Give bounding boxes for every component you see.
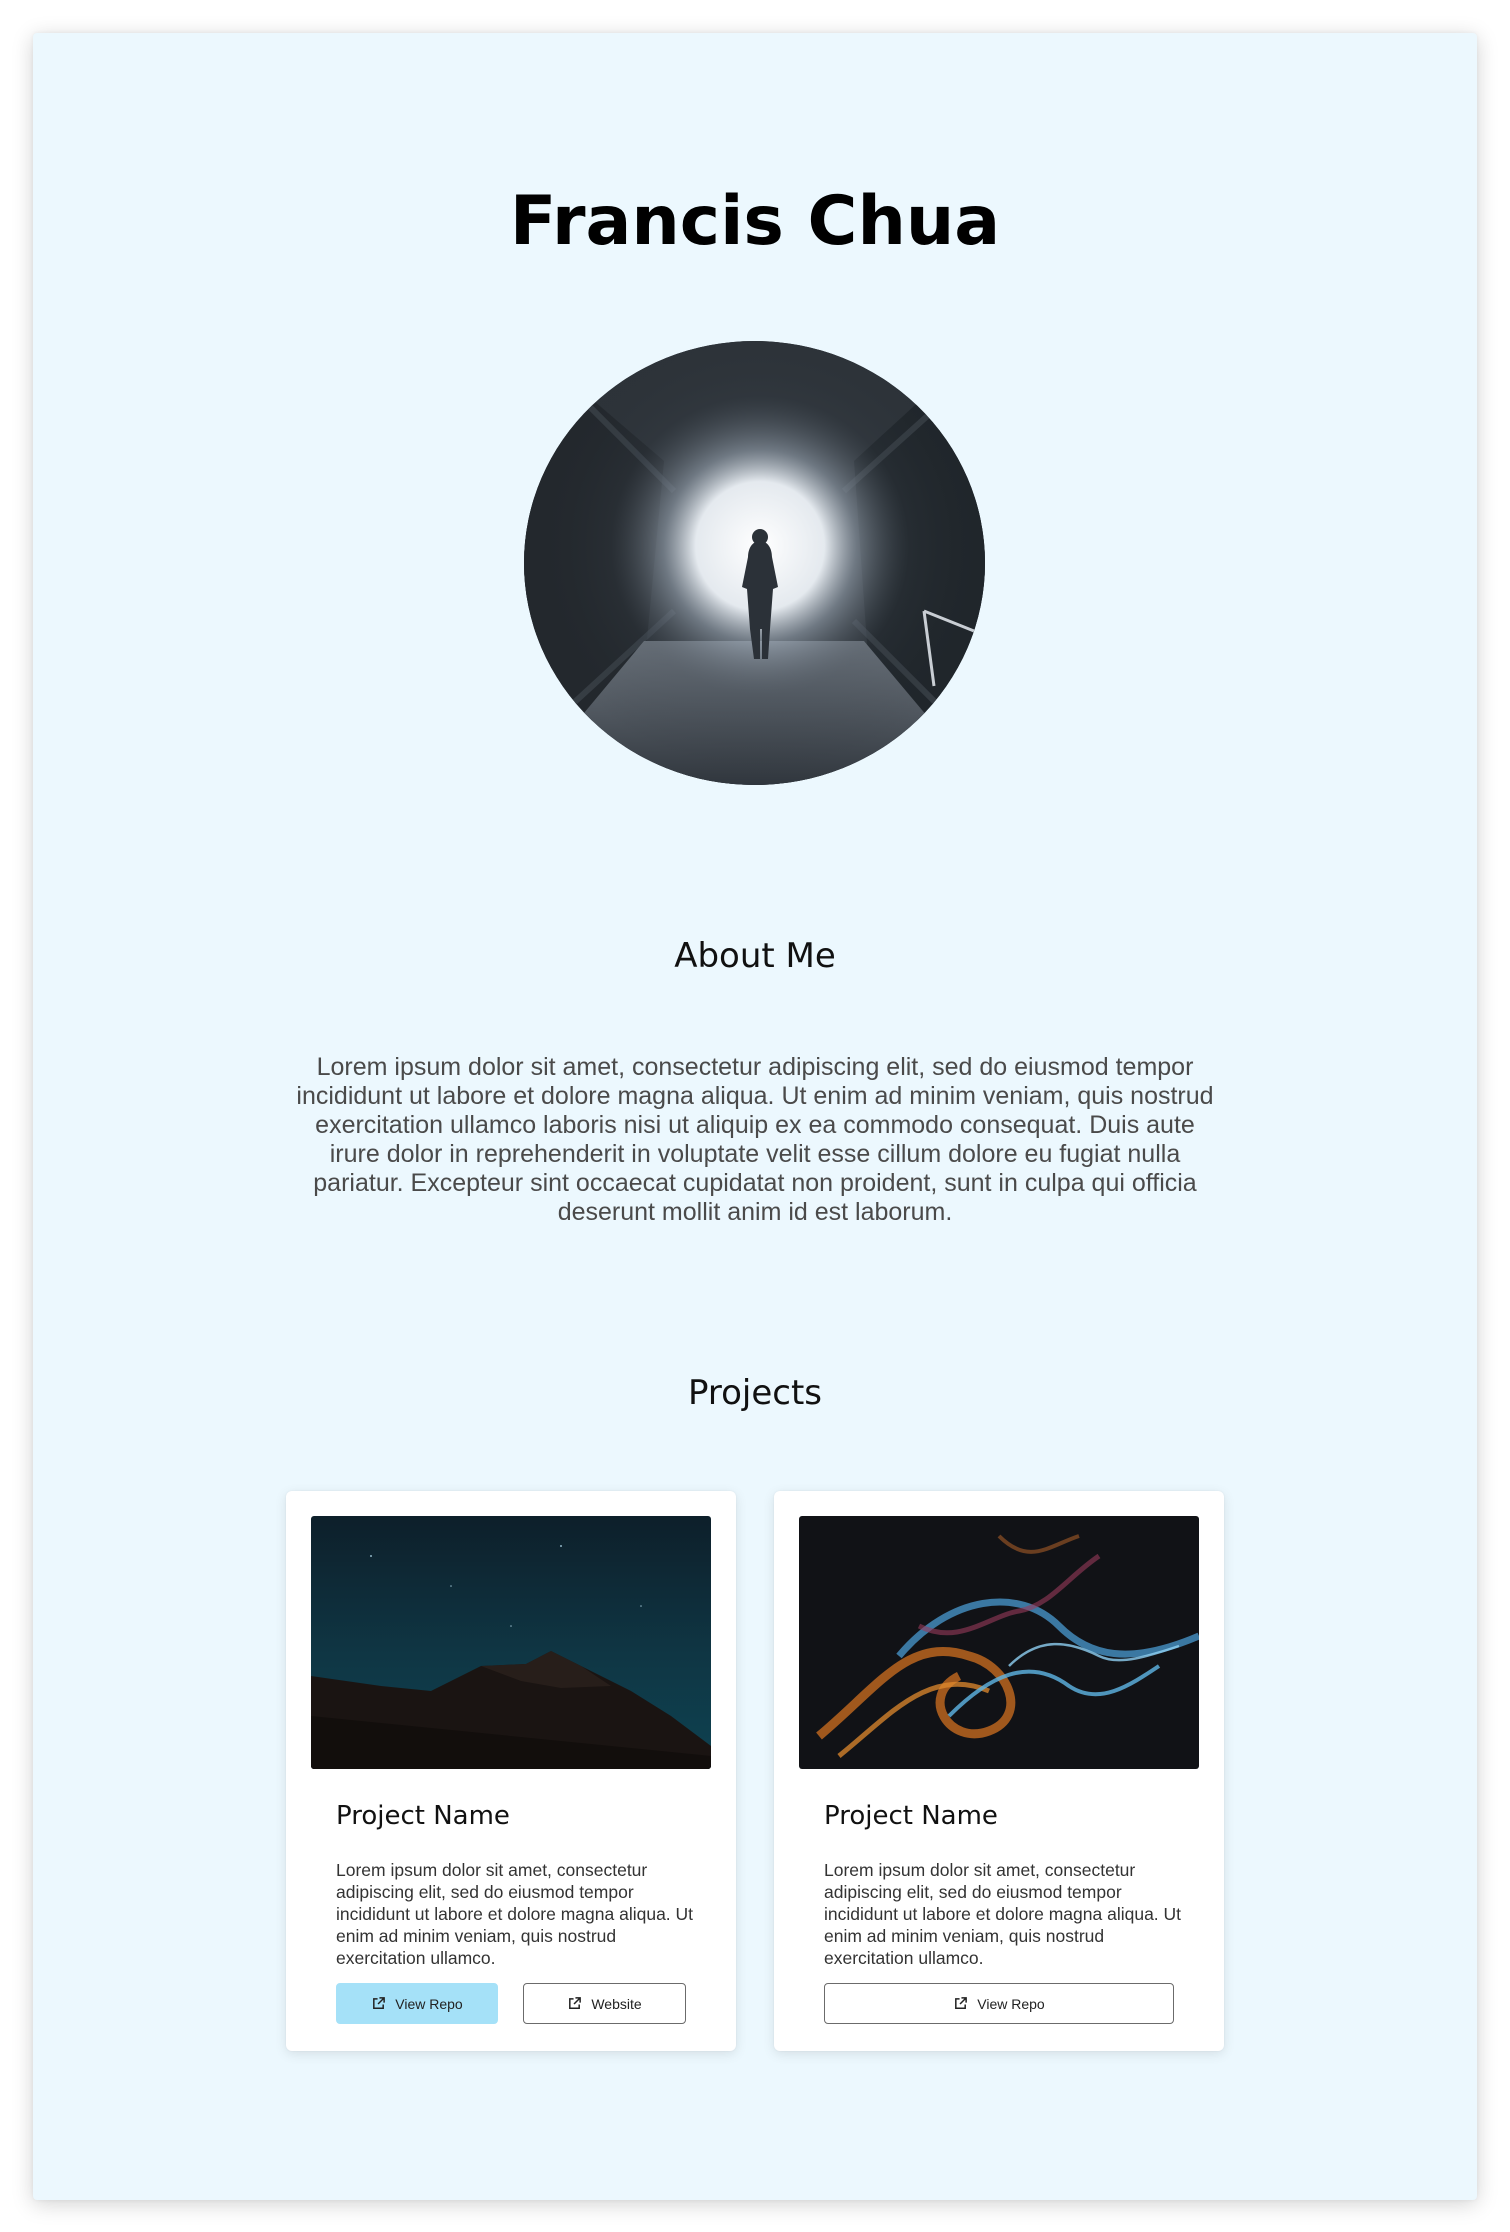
external-link-icon [373, 1997, 386, 2009]
project-title: Project Name [336, 1801, 510, 1831]
project-card: Project Name Lorem ipsum dolor sit amet,… [286, 1491, 736, 2051]
avatar [524, 341, 985, 785]
project-description: Lorem ipsum dolor sit amet, consectetur … [336, 1860, 694, 1968]
tunnel-photo [524, 341, 985, 785]
website-button[interactable]: Website [523, 1983, 686, 2024]
view-repo-button[interactable]: View Repo [824, 1983, 1174, 2024]
about-heading: About Me [674, 936, 836, 976]
colored-smoke-image [799, 1516, 1199, 1769]
project-title: Project Name [824, 1801, 998, 1831]
page-title: Francis Chua [509, 182, 1001, 261]
project-card: Project Name Lorem ipsum dolor sit amet,… [774, 1491, 1224, 2051]
view-repo-label: View Repo [395, 1995, 463, 2012]
website-label: Website [591, 1995, 642, 2012]
portfolio-page: Francis Chua About Me Lorem ipsum dolor … [33, 33, 1477, 2200]
view-repo-label: View Repo [977, 1995, 1045, 2012]
project-description: Lorem ipsum dolor sit amet, consectetur … [824, 1860, 1182, 1968]
external-link-icon [955, 1997, 968, 2009]
night-mountain-image [311, 1516, 711, 1769]
view-repo-button[interactable]: View Repo [336, 1983, 498, 2024]
external-link-icon [569, 1997, 582, 2009]
projects-heading: Projects [687, 1373, 823, 1413]
about-text: Lorem ipsum dolor sit amet, consectetur … [296, 1053, 1214, 1226]
